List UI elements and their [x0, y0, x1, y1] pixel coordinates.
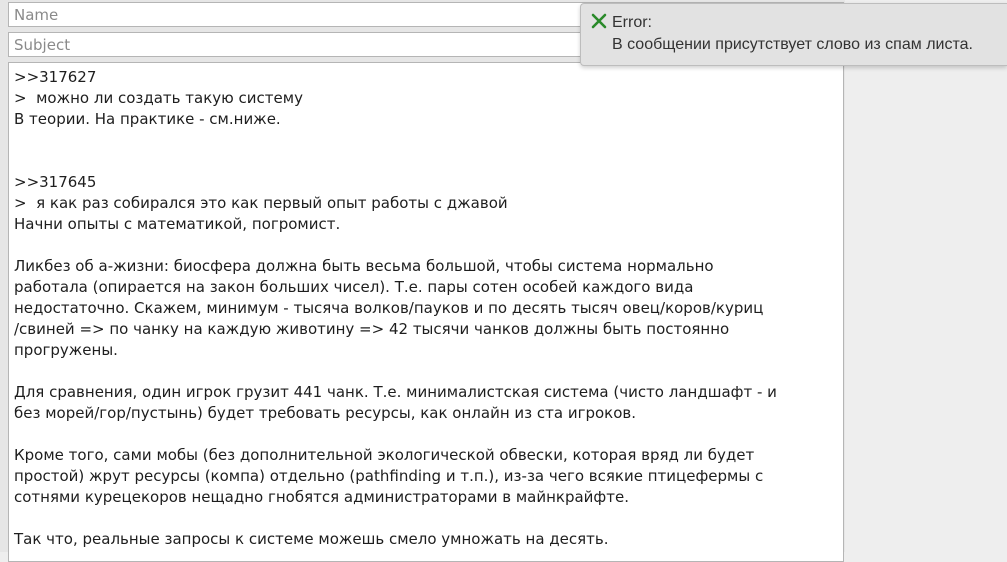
post-form: >>317627 > можно ли создать такую систему…: [0, 0, 845, 562]
message-line: [14, 361, 838, 382]
error-title: Error:: [612, 14, 652, 31]
message-line: [14, 151, 838, 172]
error-notification: Error: В сообщении присутствует слово из…: [580, 3, 1007, 66]
message-line: работала (опирается на закон больших чис…: [14, 278, 694, 296]
message-line: Для сравнения, один игрок грузит 441 чан…: [14, 383, 777, 401]
x-mark-icon: [591, 12, 607, 30]
message-line: Кроме того, сами мобы (без дополнительно…: [14, 446, 755, 464]
message-textarea[interactable]: >>317627 > можно ли создать такую систему…: [8, 62, 844, 562]
message-line: /свиней => по чанку на каждую животину =…: [14, 320, 730, 338]
message-line: > можно ли создать такую систему: [14, 89, 303, 107]
right-gutter: [845, 0, 1007, 552]
message-line: Так что, реальные запросы к системе може…: [14, 530, 609, 548]
message-line: [14, 130, 838, 151]
message-line: простой) жрут ресурсы (компа) отдельно (…: [14, 467, 764, 485]
message-line: В теории. На практике - см.ниже.: [14, 110, 281, 128]
message-line: прогружены.: [14, 341, 118, 359]
error-message: В сообщении присутствует слово из спам л…: [612, 36, 973, 53]
message-line: Ликбез об а-жизни: биосфера должна быть …: [14, 257, 714, 275]
message-line: >>317627: [14, 68, 97, 86]
message-line: [14, 508, 838, 529]
message-line: >>317645: [14, 173, 97, 191]
message-line: Начни опыты с математикой, погромист.: [14, 215, 341, 233]
message-line: [14, 235, 838, 256]
message-line: > я как раз собирался это как первый опы…: [14, 194, 508, 212]
message-line: сотнями курецекоров нещадно гнобятся адм…: [14, 488, 629, 506]
message-line: недостаточно. Скажем, минимум - тысяча в…: [14, 299, 764, 317]
message-line: [14, 424, 838, 445]
message-line: без морей/гор/пустынь) будет требовать р…: [14, 404, 637, 422]
